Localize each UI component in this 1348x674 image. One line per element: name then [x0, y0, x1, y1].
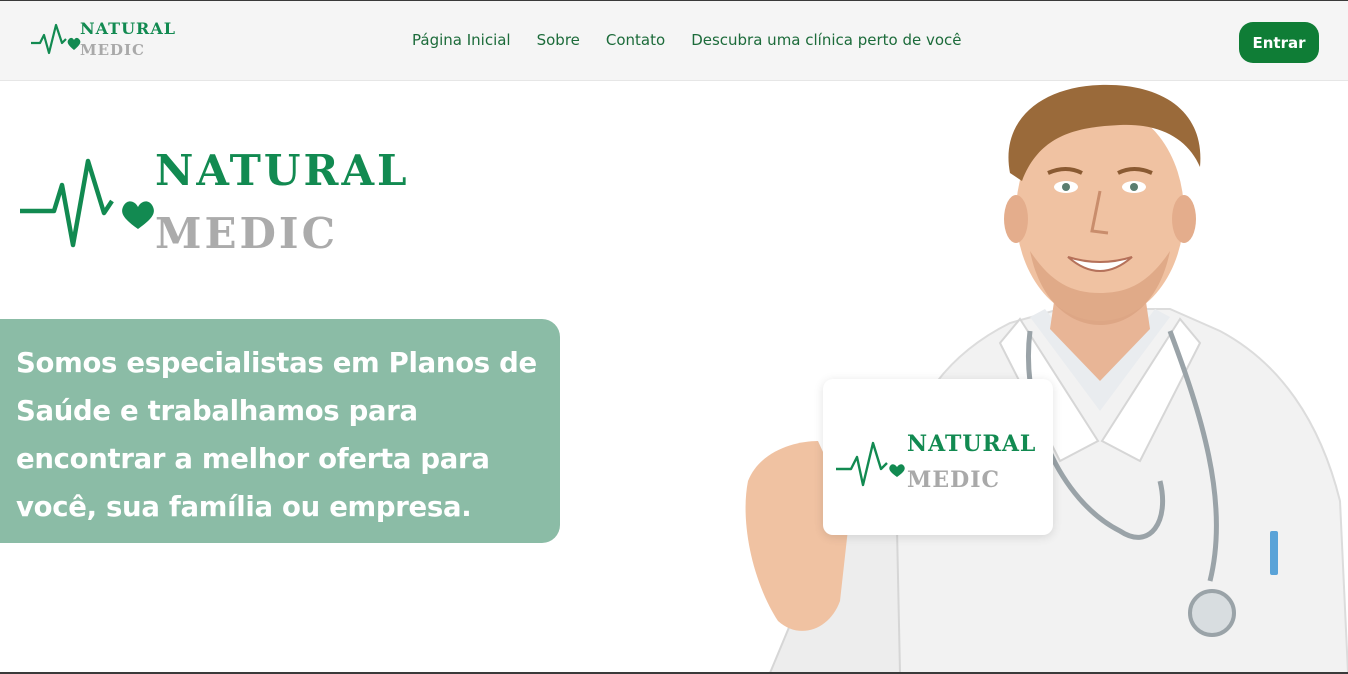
hero-tagline-box: Somos especialistas em Planos de Saúde e…: [0, 319, 560, 543]
hero-tagline: Somos especialistas em Planos de Saúde e…: [16, 347, 537, 523]
hero-logo-word-natural: NATURAL: [155, 146, 410, 195]
logo-word-medic: MEDIC: [80, 41, 145, 59]
heartbeat-heart-icon: [31, 23, 81, 55]
nav-link-about[interactable]: Sobre: [537, 31, 580, 49]
site-header: NATURAL MEDIC Página Inicial Sobre Conta…: [0, 1, 1348, 81]
heartbeat-heart-icon: [20, 158, 154, 248]
card-word-medic: MEDIC: [907, 467, 1000, 493]
card-word-natural: NATURAL: [907, 431, 1037, 457]
header-logo[interactable]: NATURAL MEDIC: [30, 17, 180, 63]
nav-link-home[interactable]: Página Inicial: [412, 31, 511, 49]
logo-word-natural: NATURAL: [80, 19, 176, 38]
doctor-illustration: [745, 84, 1348, 672]
brand-card: NATURAL MEDIC: [823, 379, 1053, 535]
main-nav: Página Inicial Sobre Contato Descubra um…: [412, 31, 962, 49]
nav-link-contact[interactable]: Contato: [606, 31, 665, 49]
hero-logo-word-medic: MEDIC: [155, 209, 338, 258]
login-button[interactable]: Entrar: [1239, 22, 1319, 63]
page: NATURAL MEDIC Página Inicial Sobre Conta…: [0, 0, 1348, 674]
heartbeat-heart-icon: [836, 441, 905, 487]
doctor-photo: [700, 81, 1348, 672]
nav-link-find-clinic[interactable]: Descubra uma clínica perto de você: [691, 31, 961, 49]
hero-logo: NATURAL MEDIC: [18, 141, 418, 266]
